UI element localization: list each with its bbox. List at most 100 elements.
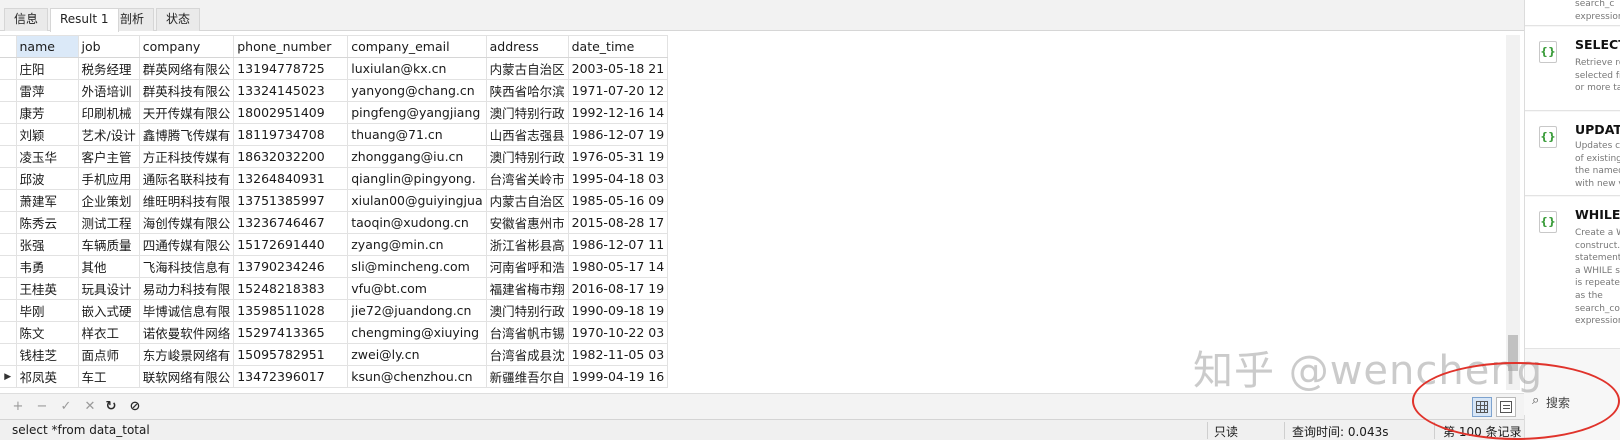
- table-cell[interactable]: 易动力科技有限: [138, 277, 235, 300]
- table-cell[interactable]: 1980-05-17 14: [567, 255, 669, 278]
- table-cell[interactable]: 台湾省帆市锡: [485, 321, 569, 344]
- table-cell[interactable]: 陕西省哈尔滨: [485, 79, 569, 102]
- table-row[interactable]: 庄阳 税务经理 群英网络有限公 13194778725 luxiulan@kx.cn 内蒙…: [0, 57, 669, 80]
- table-cell[interactable]: 13324145023: [233, 79, 349, 102]
- table-cell[interactable]: 内蒙古自治区: [485, 57, 569, 80]
- table-cell[interactable]: 玩具设计: [77, 277, 140, 300]
- table-cell[interactable]: 飞海科技信息有: [138, 255, 235, 278]
- table-cell[interactable]: 陈秀云: [15, 211, 79, 234]
- table-cell[interactable]: 2003-05-18 21: [567, 57, 669, 80]
- tab-info[interactable]: 信息: [4, 8, 49, 31]
- table-cell[interactable]: 测试工程: [77, 211, 140, 234]
- row-header[interactable]: [0, 167, 17, 190]
- table-cell[interactable]: 新疆维吾尔自: [485, 365, 569, 388]
- table-cell[interactable]: 13472396017: [233, 365, 349, 388]
- table-cell[interactable]: 安徽省惠州市: [485, 211, 569, 234]
- table-row[interactable]: 张强 车辆质量 四通传媒有限公 15172691440 zyang@min.cn 浙江省彬…: [0, 233, 669, 256]
- check-icon[interactable]: ✓: [57, 398, 75, 416]
- table-cell[interactable]: 2015-08-28 17: [567, 211, 669, 234]
- row-header[interactable]: [0, 189, 17, 212]
- table-cell[interactable]: 1970-10-22 03: [567, 321, 669, 344]
- table-cell[interactable]: 河南省呼和浩: [485, 255, 569, 278]
- table-cell[interactable]: ksun@chenzhou.cn: [347, 365, 487, 388]
- table-cell[interactable]: 印刷机械: [77, 101, 140, 124]
- table-cell[interactable]: 1990-09-18 19: [567, 299, 669, 322]
- table-cell[interactable]: 15297413365: [233, 321, 349, 344]
- table-cell[interactable]: 1985-05-16 09: [567, 189, 669, 212]
- row-header[interactable]: [0, 123, 17, 146]
- table-cell[interactable]: luxiulan@kx.cn: [347, 57, 487, 80]
- table-row[interactable]: 陈文 样衣工 诺依曼软件网络 15297413365 chengming@xiuying…: [0, 321, 669, 344]
- table-cell[interactable]: taoqin@xudong.cn: [347, 211, 487, 234]
- current-row-indicator-icon[interactable]: ▶: [0, 365, 17, 388]
- table-cell[interactable]: 山西省志强县: [485, 123, 569, 146]
- table-cell[interactable]: 雷萍: [15, 79, 79, 102]
- table-cell[interactable]: 毕刚: [15, 299, 79, 322]
- table-cell[interactable]: 15172691440: [233, 233, 349, 256]
- table-cell[interactable]: 样衣工: [77, 321, 140, 344]
- table-row[interactable]: 刘颖 艺术/设计 鑫博腾飞传媒有 18119734708 thuang@71.cn 山西省…: [0, 123, 669, 146]
- column-header-job[interactable]: job: [77, 35, 140, 58]
- table-cell[interactable]: 13790234246: [233, 255, 349, 278]
- table-cell[interactable]: 庄阳: [15, 57, 79, 80]
- table-cell[interactable]: 税务经理: [77, 57, 140, 80]
- table-row[interactable]: 凌玉华 客户主管 方正科技传媒有 18632032200 zhonggang@iu.cn…: [0, 145, 669, 168]
- table-row[interactable]: 邱波 手机应用 通际名联科技有 13264840931 qianglin@pingyon…: [0, 167, 669, 190]
- table-cell[interactable]: 15095782951: [233, 343, 349, 366]
- table-row[interactable]: 陈秀云 测试工程 海创传媒有限公 13236746467 taoqin@xudong.c…: [0, 211, 669, 234]
- table-cell[interactable]: 澳门特别行政: [485, 145, 569, 168]
- table-cell[interactable]: 18119734708: [233, 123, 349, 146]
- table-cell[interactable]: 13236746467: [233, 211, 349, 234]
- table-cell[interactable]: 刘颖: [15, 123, 79, 146]
- table-cell[interactable]: 凌玉华: [15, 145, 79, 168]
- table-cell[interactable]: 联软网络有限公: [138, 365, 235, 388]
- cross-icon[interactable]: ✕: [81, 398, 99, 416]
- table-cell[interactable]: 15248218383: [233, 277, 349, 300]
- minus-icon[interactable]: −: [33, 398, 51, 416]
- table-cell[interactable]: 毕博诚信息有限: [138, 299, 235, 322]
- table-cell[interactable]: 钱桂芝: [15, 343, 79, 366]
- table-cell[interactable]: pingfeng@yangjiang: [347, 101, 487, 124]
- table-cell[interactable]: 面点师: [77, 343, 140, 366]
- table-row[interactable]: 萧建军 企业策划 维旺明科技有限 13751385997 xiulan00@guiyin…: [0, 189, 669, 212]
- table-cell[interactable]: 澳门特别行政: [485, 101, 569, 124]
- table-row[interactable]: 毕刚 嵌入式硬 毕博诚信息有限 13598511028 jie72@juandong.c…: [0, 299, 669, 322]
- plus-icon[interactable]: +: [9, 398, 27, 416]
- table-cell[interactable]: 客户主管: [77, 145, 140, 168]
- table-cell[interactable]: zwei@ly.cn: [347, 343, 487, 366]
- table-cell[interactable]: 18632032200: [233, 145, 349, 168]
- snippet-item[interactable]: search_c expression: [1525, 0, 1620, 26]
- table-cell[interactable]: 康芳: [15, 101, 79, 124]
- table-cell[interactable]: 邱波: [15, 167, 79, 190]
- refresh-icon[interactable]: ↻: [102, 398, 120, 416]
- column-header-date-time[interactable]: date_time: [567, 35, 669, 58]
- table-cell[interactable]: zyang@min.cn: [347, 233, 487, 256]
- table-row[interactable]: 钱桂芝 面点师 东方峻景网络有 15095782951 zwei@ly.cn 台湾省成县沈…: [0, 343, 669, 366]
- table-cell[interactable]: 内蒙古自治区: [485, 189, 569, 212]
- table-cell[interactable]: 车辆质量: [77, 233, 140, 256]
- table-cell[interactable]: jie72@juandong.cn: [347, 299, 487, 322]
- snippet-update[interactable]: {} UPDATE Updates coof existingthe named…: [1525, 112, 1620, 196]
- table-cell[interactable]: 四通传媒有限公: [138, 233, 235, 256]
- row-header[interactable]: [0, 57, 17, 80]
- snippet-select[interactable]: {} SELECT Retrieve rowselected froor mor…: [1525, 27, 1620, 111]
- table-cell[interactable]: 陈文: [15, 321, 79, 344]
- table-cell[interactable]: 艺术/设计: [77, 123, 140, 146]
- table-cell[interactable]: 鑫博腾飞传媒有: [138, 123, 235, 146]
- table-cell[interactable]: 诺依曼软件网络: [138, 321, 235, 344]
- row-header[interactable]: [0, 233, 17, 256]
- table-row[interactable]: 王桂英 玩具设计 易动力科技有限 15248218383 vfu@bt.com 福建省梅市…: [0, 277, 669, 300]
- column-header-address[interactable]: address: [485, 35, 569, 58]
- table-row[interactable]: 康芳 印刷机械 天开传媒有限公 18002951409 pingfeng@yangjia…: [0, 101, 669, 124]
- table-row[interactable]: ▶ 祁凤英 车工 联软网络有限公 13472396017 ksun@chenzhou.cn…: [0, 365, 669, 388]
- table-cell[interactable]: 嵌入式硬: [77, 299, 140, 322]
- table-cell[interactable]: yanyong@chang.cn: [347, 79, 487, 102]
- table-cell[interactable]: 台湾省关岭市: [485, 167, 569, 190]
- column-header-phone-number[interactable]: phone_number: [233, 35, 349, 58]
- table-cell[interactable]: 1992-12-16 14: [567, 101, 669, 124]
- table-cell[interactable]: xiulan00@guiyingjua: [347, 189, 487, 212]
- table-cell[interactable]: 企业策划: [77, 189, 140, 212]
- table-cell[interactable]: 车工: [77, 365, 140, 388]
- table-cell[interactable]: 1995-04-18 03: [567, 167, 669, 190]
- row-header[interactable]: [0, 343, 17, 366]
